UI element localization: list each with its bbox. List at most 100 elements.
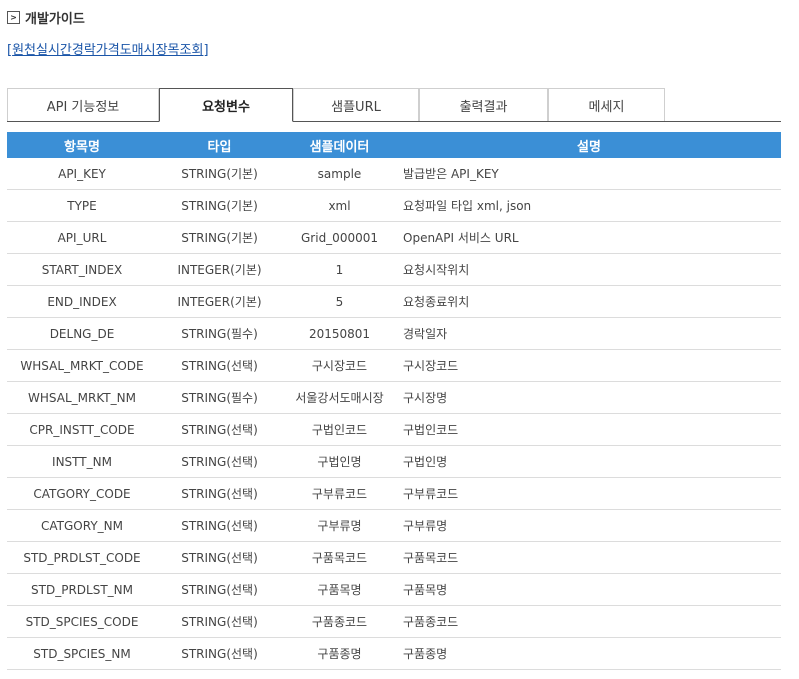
table-row: STD_PRDLST_CODE STRING(선택) 구품목코드 구품목코드 [7,542,781,574]
cell-sample-data: sample [317,166,362,181]
cell-description: 구부류코드 [403,487,459,501]
table-row: START_INDEX INTEGER(기본) 1 요청시작위치 [7,254,781,286]
cell-sample-data: Grid_000001 [301,230,378,245]
cell-type: STRING(선택) [181,487,258,501]
cell-item-name: END_INDEX [47,294,117,309]
tab-api-info[interactable]: API 기능정보 [7,88,159,121]
cell-item-name: CATGORY_CODE [33,486,131,501]
cell-type: STRING(선택) [181,359,258,373]
cell-item-name: STD_PRDLST_CODE [23,550,141,565]
cell-item-name: WHSAL_MRKT_CODE [20,358,144,373]
table-row: TYPE STRING(기본) xml 요청파일 타입 xml, json [7,190,781,222]
cell-description: 구품목코드 [403,551,459,565]
cell-description: 요청파일 타입 xml, json [403,199,532,213]
cell-description: 경락일자 [403,327,448,341]
cell-sample-data: 구부류코드 [311,487,368,501]
cell-type: STRING(선택) [181,583,258,597]
cell-type: STRING(선택) [181,519,258,533]
bracket-close: ] [203,43,209,58]
cell-item-name: TYPE [67,198,97,213]
cell-item-name: STD_SPCIES_CODE [25,614,139,629]
cell-description: 요청종료위치 [403,295,470,309]
cell-sample-data: 20150801 [308,326,371,341]
table-row: STD_SPCIES_NM STRING(선택) 구품종명 구품종명 [7,638,781,670]
cell-type: STRING(기본) [181,199,258,213]
table-row: WHSAL_MRKT_CODE STRING(선택) 구시장코드 구시장코드 [7,350,781,382]
header-type: 타입 [207,139,232,155]
cell-description: 구시장코드 [403,359,459,373]
cell-sample-data: 서울강서도매시장 [295,391,384,405]
guide-title-text: 개발가이드 [25,12,85,27]
cell-type: STRING(선택) [181,551,258,565]
cell-description: 구법인명 [403,455,448,469]
cell-type: STRING(선택) [181,423,258,437]
cell-description: 구법인코드 [403,423,459,437]
table-row: STD_PRDLST_NM STRING(선택) 구품목명 구품목명 [7,574,781,606]
tab-bar: API 기능정보 요청변수 샘플URL 출력결과 메세지 [7,88,781,122]
cell-sample-data: 구부류명 [317,519,362,533]
cell-item-name: API_URL [57,230,107,245]
cell-sample-data: 구품종코드 [311,615,368,629]
table-row: CPR_INSTT_CODE STRING(선택) 구법인코드 구법인코드 [7,414,781,446]
cell-sample-data: xml [328,198,351,213]
table-row: WHSAL_MRKT_NM STRING(필수) 서울강서도매시장 구시장명 [7,382,781,414]
table-row: API_KEY STRING(기본) sample 발급받은 API_KEY [7,158,781,190]
cell-sample-data: 1 [335,262,344,277]
table-header: 항목명 타입 샘플데이터 설명 [7,132,781,158]
table-row: INSTT_NM STRING(선택) 구법인명 구법인명 [7,446,781,478]
cell-item-name: API_KEY [58,166,106,181]
header-sample-data: 샘플데이터 [309,139,370,155]
guide-heading: > 개발가이드 [7,8,85,27]
cell-type: STRING(선택) [181,647,258,661]
cell-type: INTEGER(기본) [177,295,262,309]
cell-sample-data: 구품종명 [317,647,362,661]
cell-type: STRING(필수) [181,327,258,341]
cell-type: INTEGER(기본) [177,263,262,277]
header-description: 설명 [577,139,601,155]
header-item-name: 항목명 [64,139,100,155]
cell-description: 구품목명 [403,583,448,597]
tab-output[interactable]: 출력결과 [419,88,548,121]
table-row: CATGORY_CODE STRING(선택) 구부류코드 구부류코드 [7,478,781,510]
cell-item-name: START_INDEX [41,262,123,277]
cell-item-name: INSTT_NM [52,454,112,469]
cell-item-name: DELNG_DE [49,326,115,341]
tab-message[interactable]: 메세지 [548,88,665,121]
tab-sample-url[interactable]: 샘플URL [293,88,419,121]
box-arrow-icon: > [7,11,20,24]
cell-item-name: CATGORY_NM [41,518,123,533]
tab-label: 샘플URL [331,99,381,115]
cell-item-name: WHSAL_MRKT_NM [28,390,136,405]
cell-type: STRING(기본) [181,167,258,181]
tab-label: API 기능정보 [46,99,120,115]
tab-request-params[interactable]: 요청변수 [159,88,293,122]
cell-type: STRING(기본) [181,231,258,245]
table-row: API_URL STRING(기본) Grid_000001 OpenAPI 서비스 … [7,222,781,254]
tab-label: 메세지 [588,99,625,115]
api-name-link-line: [원천실시간경락가격도매시장목조회] [7,39,209,58]
cell-sample-data: 구시장코드 [311,359,368,373]
cell-item-name: CPR_INSTT_CODE [29,422,135,437]
cell-sample-data: 구법인코드 [311,423,368,437]
cell-type: STRING(선택) [181,615,258,629]
table-row: DELNG_DE STRING(필수) 20150801 경락일자 [7,318,781,350]
request-params-table: 항목명 타입 샘플데이터 설명 API_KEY STRING(기본) sample 발… [7,132,781,670]
table-body: API_KEY STRING(기본) sample 발급받은 API_KEY TYPE S… [7,158,781,670]
cell-description: 발급받은 API_KEY [403,167,499,181]
table-row: STD_SPCIES_CODE STRING(선택) 구품종코드 구품종코드 [7,606,781,638]
cell-description: 구부류명 [403,519,448,533]
api-name-link[interactable]: 원천실시간경락가격도매시장목조회 [12,43,203,58]
cell-description: 구품종코드 [403,615,459,629]
tab-label: 요청변수 [202,99,250,115]
cell-type: STRING(선택) [181,455,258,469]
cell-description: OpenAPI 서비스 URL [403,231,519,245]
tab-label: 출력결과 [459,99,508,115]
cell-sample-data: 5 [335,294,344,309]
cell-type: STRING(필수) [181,391,258,405]
cell-sample-data: 구품목코드 [311,551,368,565]
cell-sample-data: 구법인명 [317,455,362,469]
page: > 개발가이드 [원천실시간경락가격도매시장목조회] API 기능정보 요청변수… [0,0,799,679]
table-row: END_INDEX INTEGER(기본) 5 요청종료위치 [7,286,781,318]
table-row: CATGORY_NM STRING(선택) 구부류명 구부류명 [7,510,781,542]
cell-sample-data: 구품목명 [317,583,362,597]
